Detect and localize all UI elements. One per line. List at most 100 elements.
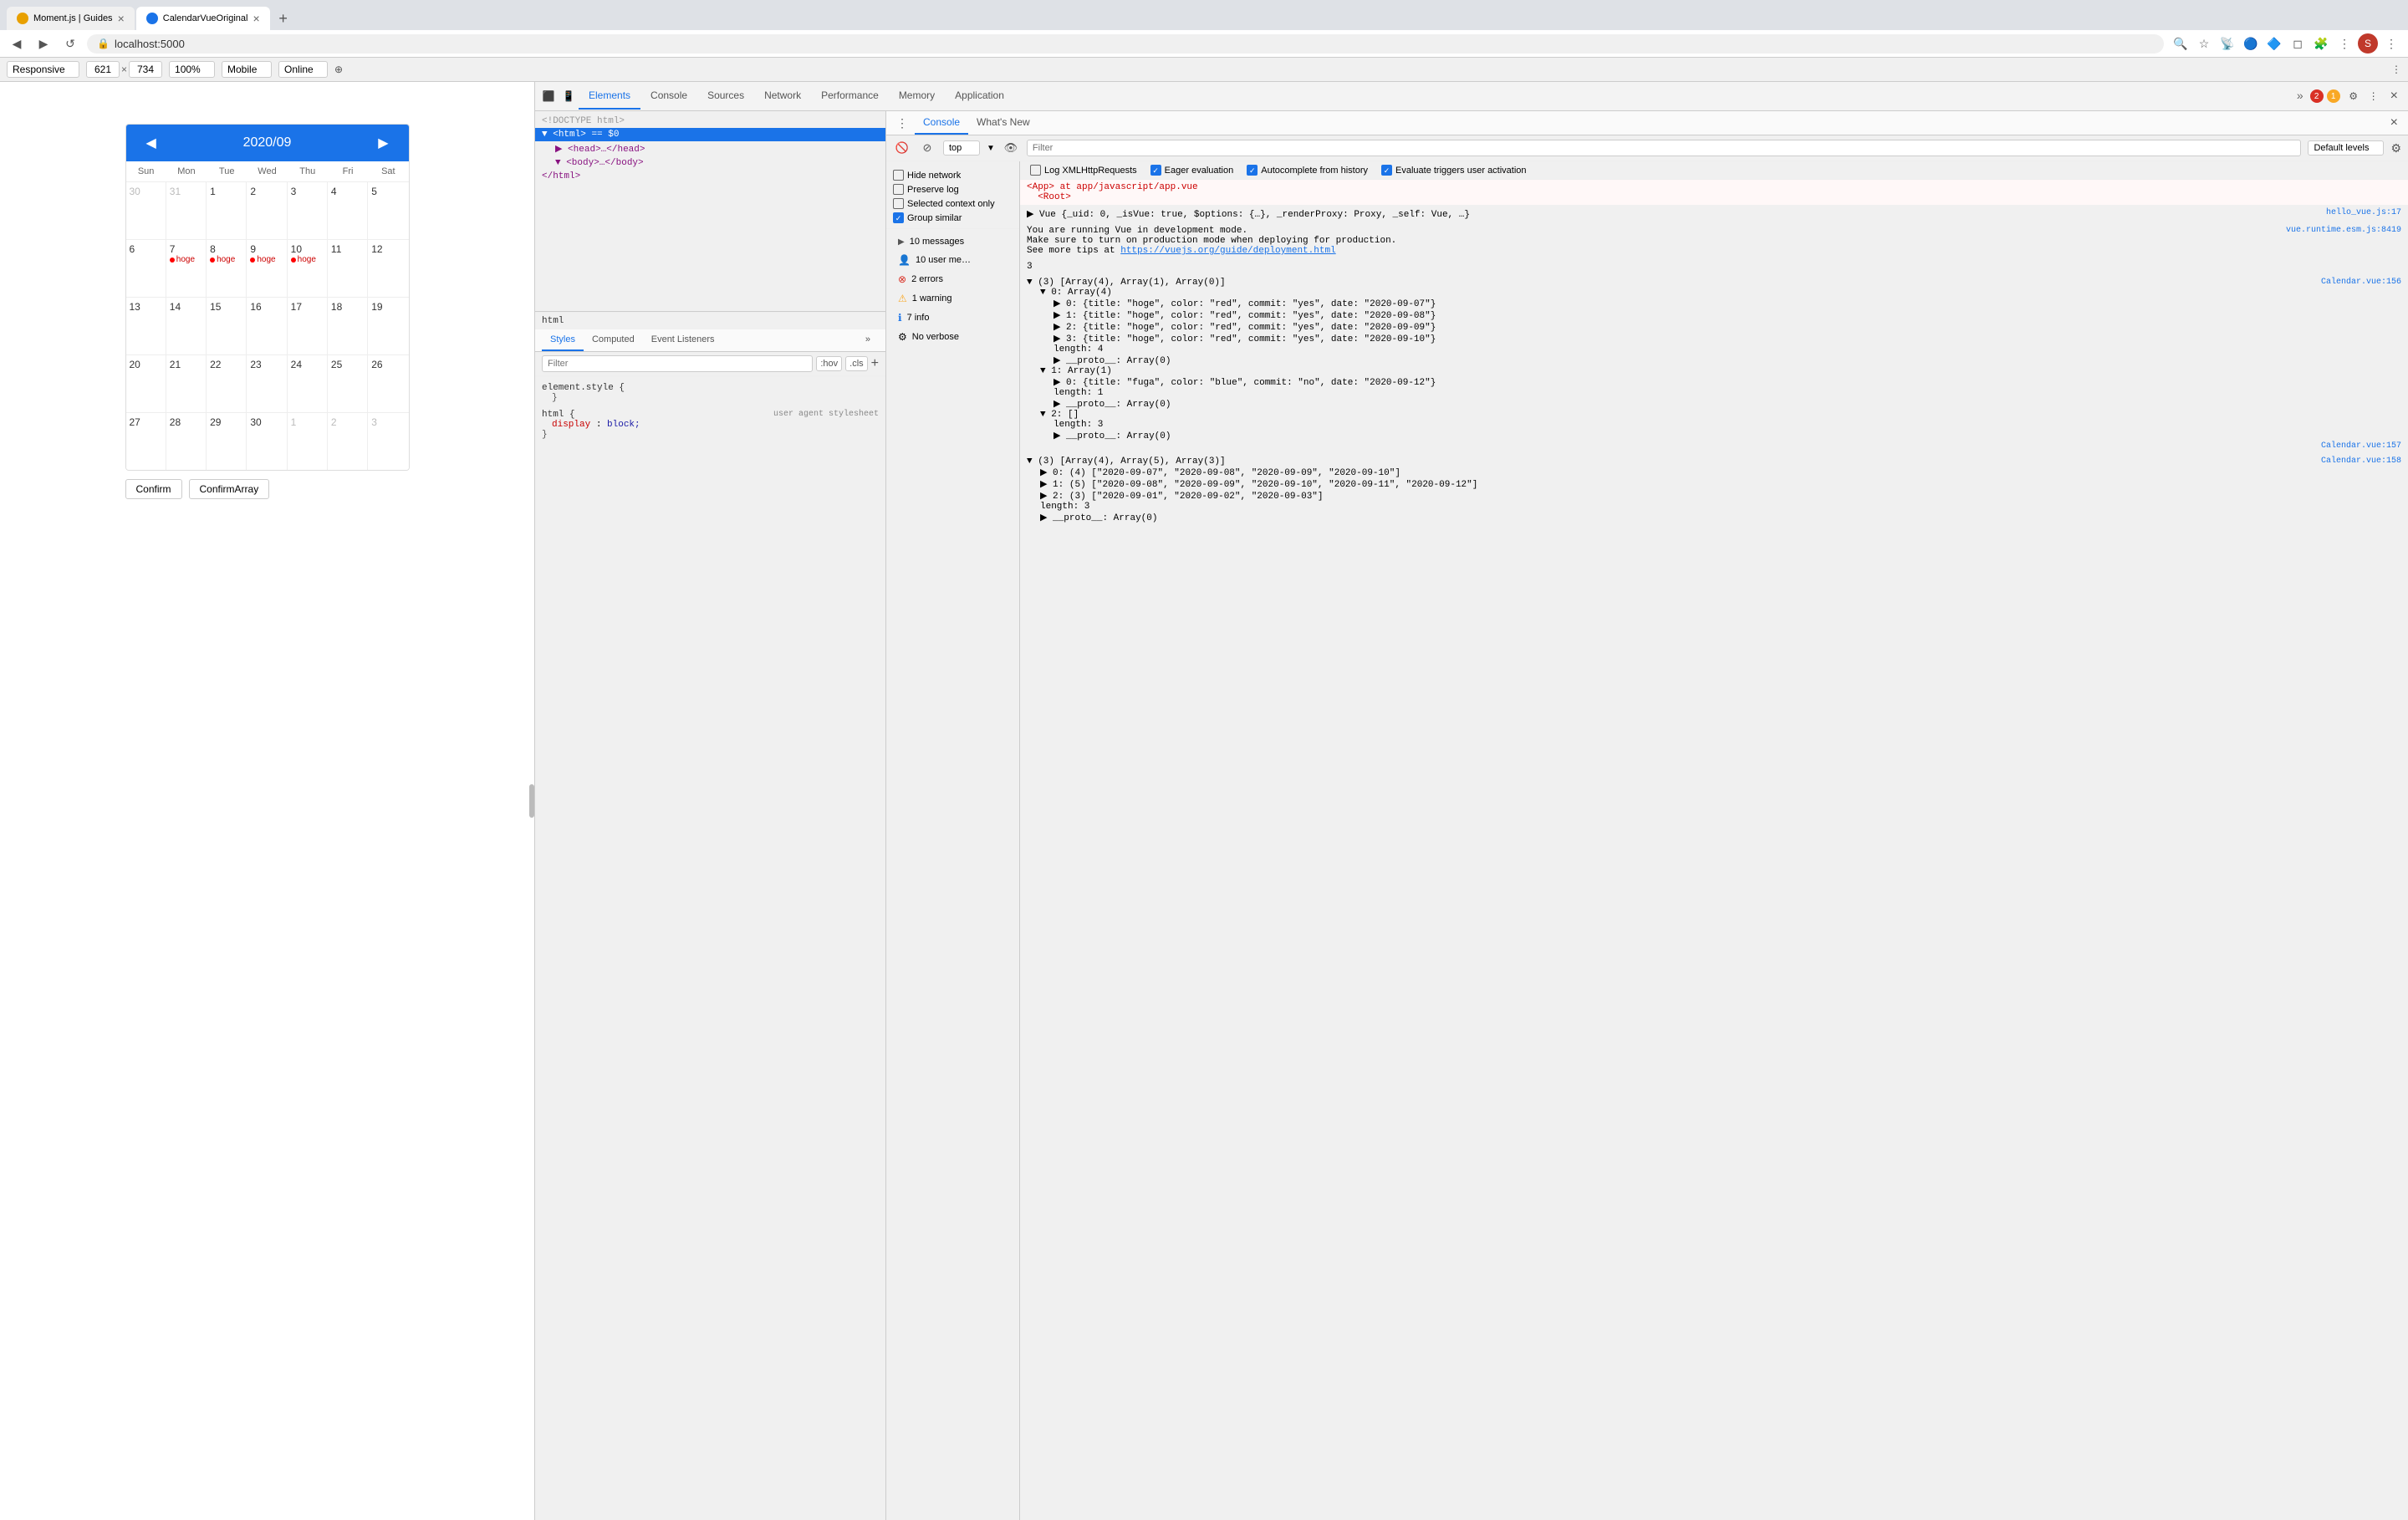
url-bar[interactable]: 🔒 localhost:5000	[87, 34, 2164, 54]
tab-moment[interactable]: Moment.js | Guides ×	[7, 7, 135, 30]
bookmark-icon[interactable]: ☆	[2194, 33, 2214, 54]
width-input[interactable]	[86, 61, 120, 78]
reload-button[interactable]: ↺	[60, 33, 80, 54]
style-source-agent[interactable]: user agent stylesheet	[773, 410, 879, 420]
cal-cell[interactable]: 17	[288, 298, 328, 354]
cal-cell[interactable]: 13	[126, 298, 166, 354]
new-tab-button[interactable]: +	[272, 7, 295, 30]
devtools-settings-icon[interactable]: ⚙	[2344, 86, 2364, 106]
array2-arr1[interactable]: ▶ 1: (5) ["2020-09-08", "2020-09-09", "2…	[1040, 478, 2401, 490]
tab-calendar[interactable]: CalendarVueOriginal ×	[136, 7, 270, 30]
cal-cell[interactable]: 2	[328, 413, 368, 470]
user-avatar[interactable]: S	[2358, 33, 2378, 54]
array1-item3[interactable]: ▶ 3: {title: "hoge", color: "red", commi…	[1054, 333, 2401, 344]
cal-cell[interactable]: 14	[166, 298, 207, 354]
html-line-doctype[interactable]: <!DOCTYPE html>	[535, 115, 885, 128]
extension-icon2[interactable]: 🔷	[2264, 33, 2284, 54]
checkbox-eager-eval[interactable]: ✓ Eager evaluation	[1150, 165, 1234, 176]
confirm-array-button[interactable]: ConfirmArray	[189, 479, 270, 499]
vue-object-source[interactable]: hello_vue.js:17	[2326, 208, 2401, 220]
cal-cell[interactable]: 1	[207, 182, 247, 239]
inspect-element-icon[interactable]: ⬛	[538, 86, 559, 106]
cal-cell[interactable]: 9 hoge	[247, 240, 287, 297]
console-context-select[interactable]: top	[943, 140, 980, 156]
checkbox-log-xhr[interactable]: Log XMLHttpRequests	[1030, 165, 1137, 176]
console-filter-input[interactable]	[1027, 140, 2302, 156]
cal-cell[interactable]: 23	[247, 355, 287, 412]
forward-button[interactable]: ▶	[33, 33, 54, 54]
sidebar-item-errors[interactable]: ⊗ 2 errors	[890, 270, 1016, 288]
calendar-next-button[interactable]: ▶	[371, 133, 395, 153]
vue-dev-source[interactable]: vue.runtime.esm.js:8419	[2279, 226, 2401, 235]
styles-filter-input[interactable]	[542, 355, 813, 372]
cal-cell[interactable]: 8 hoge	[207, 240, 247, 297]
cal-cell[interactable]: 25	[328, 355, 368, 412]
devtools-tab-performance[interactable]: Performance	[811, 83, 889, 110]
html-line-head[interactable]: ▶ <head>…</head>	[535, 141, 885, 156]
devtools-tab-console[interactable]: Console	[640, 83, 697, 110]
cal-cell[interactable]: 2	[247, 182, 287, 239]
zoom-select[interactable]: 100%	[169, 61, 215, 78]
console-eye-icon[interactable]: 👁	[1002, 139, 1020, 157]
cal-cell[interactable]: 12	[368, 240, 408, 297]
cal-cell[interactable]: 30	[247, 413, 287, 470]
checkbox-eval-triggers-box[interactable]: ✓	[1381, 165, 1392, 176]
styles-tab-event-listeners[interactable]: Event Listeners	[643, 329, 723, 351]
cast-icon[interactable]: 📡	[2217, 33, 2237, 54]
cal-cell[interactable]: 21	[166, 355, 207, 412]
html-line-body[interactable]: ▼ <body>…</body>	[535, 156, 885, 170]
styles-hov-button[interactable]: :hov	[816, 356, 842, 371]
cal-cell[interactable]: 26	[368, 355, 408, 412]
console-filter-icon[interactable]: ⊘	[918, 139, 936, 157]
sidebar-item-user[interactable]: 👤 10 user me…	[890, 251, 1016, 269]
array1-item1[interactable]: ▶ 1: {title: "hoge", color: "red", commi…	[1054, 309, 2401, 321]
sidebar-item-all-messages[interactable]: ▶ 10 messages	[890, 233, 1016, 250]
array1-item2[interactable]: ▶ 2: {title: "hoge", color: "red", commi…	[1054, 321, 2401, 333]
cal-cell[interactable]: 5	[368, 182, 408, 239]
cal-cell[interactable]: 19	[368, 298, 408, 354]
checkbox-hide-network-box[interactable]	[893, 170, 904, 181]
checkbox-selected-context-box[interactable]	[893, 198, 904, 209]
checkbox-log-xhr-box[interactable]	[1030, 165, 1041, 176]
array2-source[interactable]: Calendar.vue:158	[2321, 457, 2401, 467]
console-gear-icon[interactable]: ⚙	[2390, 141, 2401, 156]
throttle-select[interactable]: Online	[278, 61, 328, 78]
cal-cell[interactable]: 20	[126, 355, 166, 412]
sidebar-item-info[interactable]: ℹ 7 info	[890, 309, 1016, 327]
back-button[interactable]: ◀	[7, 33, 27, 54]
cal-cell[interactable]: 3	[288, 182, 328, 239]
array1-proto[interactable]: ▶ __proto__: Array(0)	[1054, 354, 2401, 366]
styles-tab-computed[interactable]: Computed	[584, 329, 643, 351]
devtools-tab-elements[interactable]: Elements	[579, 83, 640, 110]
cal-cell[interactable]: 29	[207, 413, 247, 470]
puzzle-icon[interactable]: 🧩	[2311, 33, 2331, 54]
cal-cell[interactable]: 15	[207, 298, 247, 354]
cal-cell[interactable]: 7 hoge	[166, 240, 207, 297]
console-tab-whats-new[interactable]: What's New	[968, 111, 1038, 135]
cal-cell[interactable]: 31	[166, 182, 207, 239]
array1-arr1-item0[interactable]: ▶ 0: {title: "fuga", color: "blue", comm…	[1054, 376, 2401, 388]
device-toolbar-icon[interactable]: 📱	[559, 86, 579, 106]
console-levels-select[interactable]: Default levels	[2308, 140, 2384, 156]
console-close-button[interactable]: ×	[2384, 112, 2405, 134]
console-tab-console[interactable]: Console	[915, 111, 968, 135]
console-ban-icon[interactable]: 🚫	[893, 139, 911, 157]
checkbox-preserve-log-box[interactable]	[893, 184, 904, 195]
devtools-tab-application[interactable]: Application	[945, 83, 1014, 110]
devtools-tab-sources[interactable]: Sources	[697, 83, 754, 110]
array1-source2[interactable]: Calendar.vue:157	[2321, 441, 2401, 451]
array2-arr2[interactable]: ▶ 2: (3) ["2020-09-01", "2020-09-02", "2…	[1040, 490, 2401, 502]
cal-cell[interactable]: 4	[328, 182, 368, 239]
more-icon[interactable]: ⋮	[2334, 33, 2354, 54]
calendar-prev-button[interactable]: ◀	[140, 133, 163, 153]
cal-cell[interactable]: 27	[126, 413, 166, 470]
vue-dev-link[interactable]: https://vuejs.org/guide/deployment.html	[1120, 246, 1335, 256]
cal-cell[interactable]: 30	[126, 182, 166, 239]
array1-arr1-proto[interactable]: ▶ __proto__: Array(0)	[1054, 398, 2401, 410]
sensor-icon[interactable]: ⊕	[334, 64, 343, 75]
checkbox-group-similar-box[interactable]: ✓	[893, 212, 904, 223]
cal-cell[interactable]: 1	[288, 413, 328, 470]
cal-cell[interactable]: 28	[166, 413, 207, 470]
html-line-close[interactable]: </html>	[535, 170, 885, 183]
confirm-button[interactable]: Confirm	[125, 479, 182, 499]
